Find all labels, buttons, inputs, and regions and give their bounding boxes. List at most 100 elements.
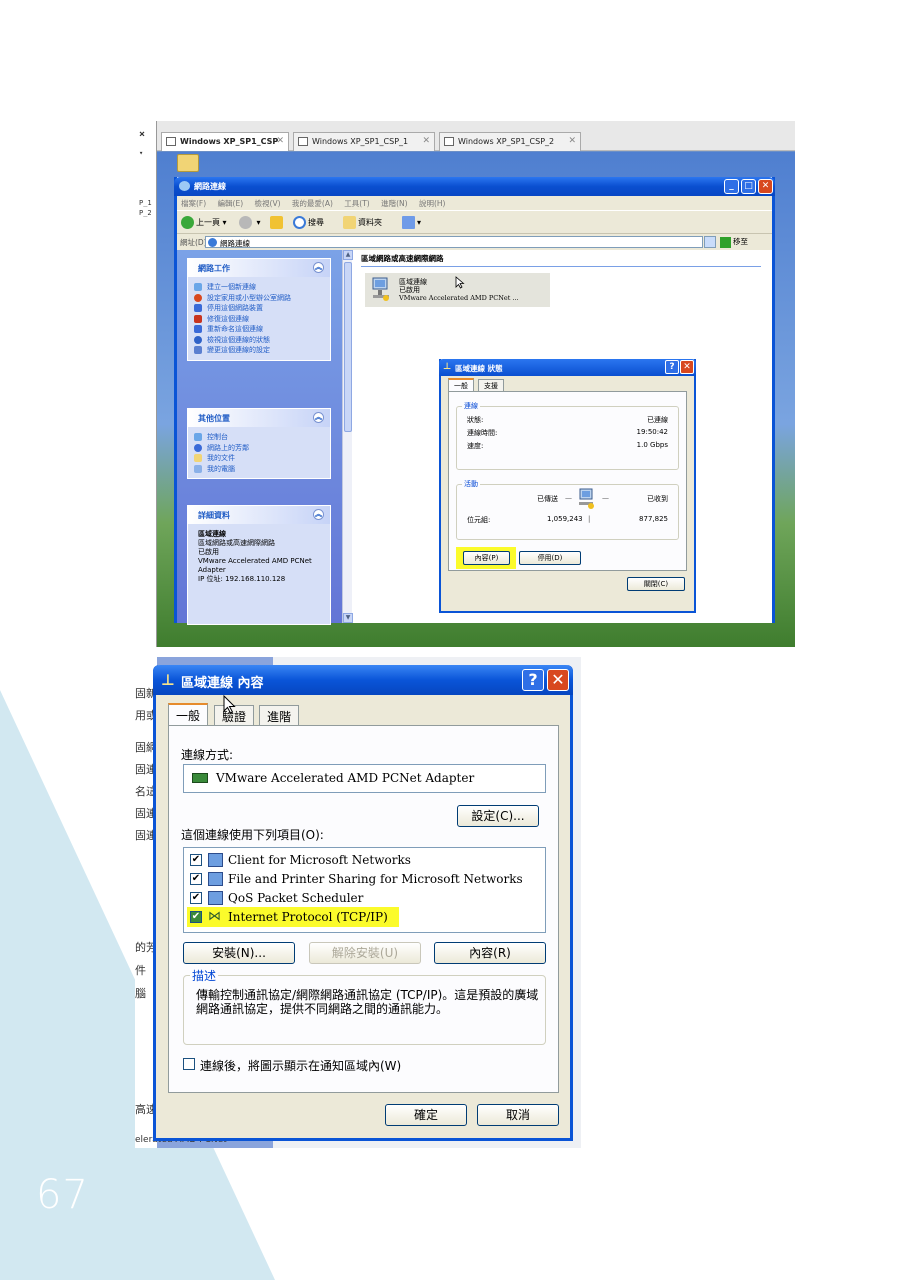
detail-ip: IP 位址: 192.168.110.128 [198, 575, 286, 583]
tab-label: Windows XP_SP1_CSP_2 [458, 137, 555, 146]
properties-button[interactable]: 內容(P) [463, 551, 510, 565]
place-my-documents[interactable]: 我的文件 [194, 453, 326, 464]
scroll-down-icon[interactable]: ▼ [343, 613, 353, 623]
general-panel: 連線方式: VMware Accelerated AMD PCNet Adapt… [168, 725, 559, 1093]
service-icon [208, 872, 223, 886]
ok-button[interactable]: 確定 [385, 1104, 467, 1126]
panel-header[interactable]: 其他位置 ︽ [188, 409, 330, 427]
tab-vm-1[interactable]: Windows XP_SP1_CSP ✕ [161, 132, 289, 151]
task-pane-scrollbar[interactable]: ▲ ▼ [342, 250, 353, 623]
bytes-label: 位元組: [467, 516, 491, 524]
cancel-button[interactable]: 取消 [477, 1104, 559, 1126]
connection-item-lan[interactable]: 區域連線 已啟用 VMware Accelerated AMD PCNet ..… [365, 273, 550, 307]
folders-button[interactable]: 資料夾 [343, 216, 382, 229]
task-new-connection[interactable]: 建立一個新連線 [194, 282, 326, 293]
tab-general[interactable]: 一般 [168, 703, 209, 726]
close-icon[interactable]: × [139, 129, 145, 140]
close-icon[interactable]: ✕ [276, 136, 284, 146]
task-home-network[interactable]: 設定家用或小型辦公室網路 [194, 293, 326, 304]
address-input[interactable]: 網路連線 [205, 236, 703, 248]
protocol-icon: ⋈ [208, 909, 221, 924]
lib-label-2: P_2 [139, 209, 152, 217]
menu-edit[interactable]: 編輯(E) [218, 199, 244, 208]
panel-header[interactable]: 網路工作 ︽ [188, 259, 330, 277]
close-icon[interactable]: ✕ [422, 136, 430, 146]
explorer-titlebar[interactable]: 網路連線 _ □ ✕ [174, 177, 775, 196]
sent-line: — [565, 494, 572, 502]
place-network-neighborhood[interactable]: 網路上的芳鄰 [194, 443, 326, 454]
views-icon [402, 216, 415, 229]
scroll-thumb[interactable] [344, 262, 352, 432]
panel-header[interactable]: 詳細資料 ︽ [188, 506, 330, 524]
folder-icon[interactable] [177, 154, 199, 172]
task-disable-device[interactable]: 停用這個網路裝置 [194, 303, 326, 314]
tab-vm-2[interactable]: Windows XP_SP1_CSP_1 ✕ [293, 132, 435, 151]
place-control-panel[interactable]: 控制台 [194, 432, 326, 443]
close-dialog-button[interactable]: 關閉(C) [627, 577, 685, 591]
tab-advanced[interactable]: 進階 [259, 705, 300, 725]
vm-icon [166, 137, 176, 146]
checkbox-qos[interactable]: ✔ [190, 892, 202, 904]
checkbox-notify[interactable] [183, 1058, 195, 1070]
close-button[interactable]: ✕ [758, 179, 773, 194]
help-button[interactable]: ? [522, 669, 544, 691]
close-icon[interactable]: ✕ [568, 136, 576, 146]
address-dropdown[interactable] [704, 236, 716, 248]
description-text: 傳輸控制通訊協定/網際網路通訊協定 (TCP/IP)。這是預設的廣域網路通訊協定… [196, 988, 539, 1016]
maximize-button[interactable]: □ [741, 179, 756, 194]
page-number: 67 [36, 1172, 89, 1218]
menu-bar: 檔案(F) 編輯(E) 檢視(V) 我的最愛(A) 工具(T) 進階(N) 說明… [177, 196, 772, 210]
dialog-titlebar[interactable]: ⊥ 區域連線 內容 ? ✕ [153, 665, 573, 695]
menu-advanced[interactable]: 進階(N) [381, 199, 407, 208]
up-button[interactable] [270, 216, 285, 229]
components-list[interactable]: ✔ Client for Microsoft Networks ✔ File a… [183, 847, 546, 933]
search-button[interactable]: 搜尋 [293, 216, 324, 229]
menu-tools[interactable]: 工具(T) [344, 199, 369, 208]
back-button[interactable]: 上一頁 ▾ [181, 216, 227, 229]
row-label: 連線時間: [467, 429, 498, 437]
disable-button[interactable]: 停用(D) [519, 551, 581, 565]
help-button[interactable]: ? [665, 360, 679, 374]
close-button[interactable]: ✕ [547, 669, 569, 691]
connection-group: 連線 狀態: 已連線 連線時間: 19:50:42 速度: 1.0 Gbps [456, 401, 679, 470]
checkbox-tcpip[interactable]: ✔ [190, 911, 202, 923]
detail-status: 已啟用 [198, 548, 219, 556]
dropdown-icon[interactable]: ▾ [139, 149, 143, 157]
forward-button[interactable]: ▾ [239, 216, 261, 229]
properties-button[interactable]: 內容(R) [434, 942, 546, 964]
checkbox-file-sharing[interactable]: ✔ [190, 873, 202, 885]
task-change-settings[interactable]: 變更這個連線的設定 [194, 345, 326, 356]
collapse-icon[interactable]: ︽ [313, 509, 324, 520]
panel-title: 詳細資料 [198, 511, 230, 520]
task-rename[interactable]: 重新命名這個連線 [194, 324, 326, 335]
task-repair[interactable]: 修復這個連線 [194, 314, 326, 325]
install-button[interactable]: 安裝(N)... [183, 942, 295, 964]
minimize-button[interactable]: _ [724, 179, 739, 194]
go-arrow-icon [720, 236, 731, 248]
scroll-up-icon[interactable]: ▲ [343, 250, 353, 260]
place-my-computer[interactable]: 我的電腦 [194, 464, 326, 475]
bg-fragment: 腦 [135, 987, 146, 1000]
uninstall-button[interactable]: 解除安裝(U) [309, 942, 421, 964]
tab-vm-3[interactable]: Windows XP_SP1_CSP_2 ✕ [439, 132, 581, 151]
configure-button[interactable]: 設定(C)... [457, 805, 539, 827]
checkbox-client[interactable]: ✔ [190, 854, 202, 866]
collapse-icon[interactable]: ︽ [313, 262, 324, 273]
dialog-title: 區域連線 內容 [181, 676, 264, 691]
tab-general[interactable]: 一般 [448, 378, 474, 392]
menu-view[interactable]: 檢視(V) [255, 199, 281, 208]
go-button[interactable]: 移至 [720, 236, 748, 248]
menu-help[interactable]: 說明(H) [419, 199, 446, 208]
detail-adapter: VMware Accelerated AMD PCNet Adapter [198, 557, 312, 574]
collapse-icon[interactable]: ︽ [313, 412, 324, 423]
lan-status-dialog: ⊥ 區域連線 狀態 ? ✕ 一般 支援 連線 狀態: 已連線 連線時間: 19:50:… [439, 359, 696, 613]
close-button[interactable]: ✕ [680, 360, 694, 374]
menu-favorites[interactable]: 我的最愛(A) [292, 199, 333, 208]
menu-file[interactable]: 檔案(F) [181, 199, 206, 208]
dialog-titlebar[interactable]: ⊥ 區域連線 狀態 ? ✕ [439, 359, 696, 376]
detail-type: 區域網路或高速網際網路 [198, 539, 275, 547]
bytes-received: 877,825 [639, 515, 668, 523]
connection-name: 區域連線 [399, 278, 427, 286]
views-button[interactable]: ▾ [402, 216, 421, 229]
task-view-status[interactable]: 檢視這個連線的狀態 [194, 335, 326, 346]
